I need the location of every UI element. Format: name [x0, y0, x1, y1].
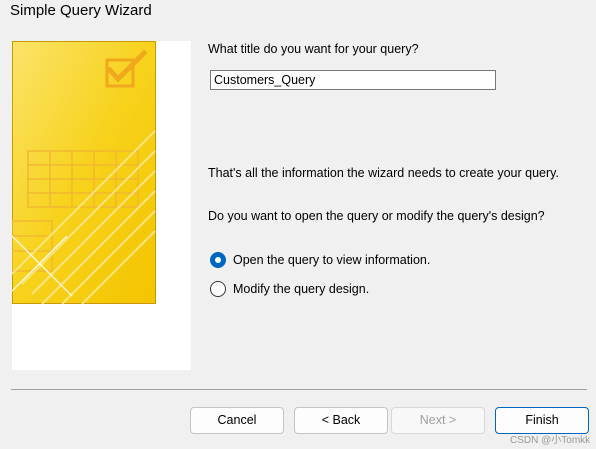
radio-unselected-icon[interactable] [210, 281, 226, 297]
open-question-text: Do you want to open the query or modify … [208, 209, 545, 223]
cancel-button[interactable]: Cancel [190, 407, 284, 434]
option-modify-design-label: Modify the query design. [233, 282, 370, 296]
finish-button[interactable]: Finish [495, 407, 589, 434]
radio-selected-icon[interactable] [210, 252, 226, 268]
wizard-illustration-panel [12, 41, 191, 370]
option-modify-design[interactable]: Modify the query design. [210, 280, 369, 298]
option-open-query[interactable]: Open the query to view information. [210, 251, 430, 269]
title-prompt: What title do you want for your query? [208, 42, 419, 56]
option-open-query-label: Open the query to view information. [233, 253, 431, 267]
next-button[interactable]: Next > [391, 407, 485, 434]
info-text: That's all the information the wizard ne… [208, 166, 559, 180]
back-button[interactable]: < Back [294, 407, 388, 434]
title-bar: Simple Query Wizard [0, 0, 596, 24]
window-title: Simple Query Wizard [10, 2, 152, 19]
query-title-input[interactable]: Customers_Query [210, 70, 496, 90]
watermark: CSDN @小Tomkk [510, 435, 591, 446]
wizard-illustration [12, 41, 156, 305]
divider [11, 389, 587, 390]
